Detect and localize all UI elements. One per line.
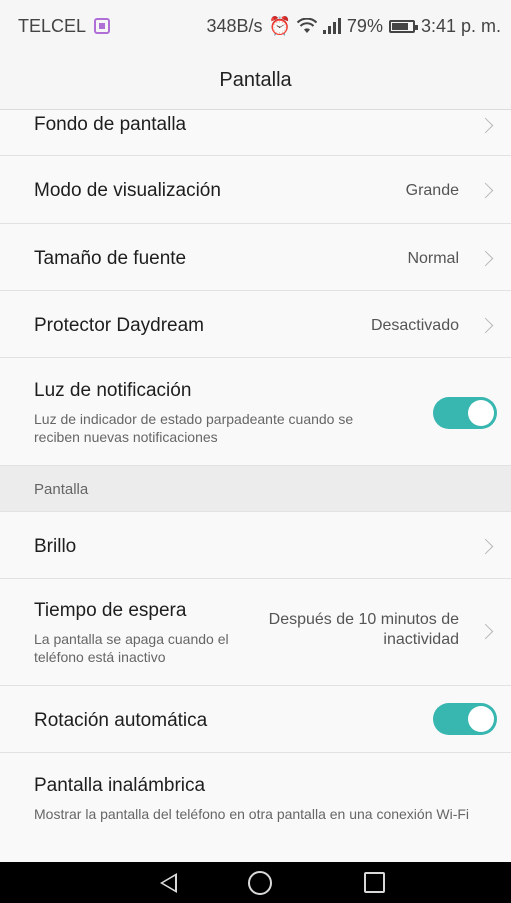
setting-title: Pantalla inalámbrica [34,775,206,796]
setting-value: Grande [405,182,459,199]
auto-rotate-toggle[interactable] [433,703,497,735]
settings-list[interactable]: Fondo de pantalla Modo de visualización … [0,110,511,862]
setting-notification-light[interactable]: Luz de notificación Luz de indicador de … [0,358,511,466]
battery-icon [388,19,418,33]
section-header: Pantalla [0,466,511,512]
page-title-bar: Pantalla [0,52,511,110]
setting-sleep[interactable]: Tiempo de espera La pantalla se apaga cu… [0,579,511,686]
nav-back-icon[interactable] [160,873,177,893]
notification-light-toggle[interactable] [433,397,497,429]
carrier-name: TELCEL [18,15,87,36]
nav-recents-icon[interactable] [364,872,385,893]
toggle-knob [468,400,494,426]
setting-description: La pantalla se apaga cuando el teléfono … [34,631,229,665]
setting-title: Luz de notificación [34,380,192,401]
setting-value: Después de 10 minutos de inactividad [268,611,459,648]
chevron-right-icon [477,117,494,134]
setting-title: Tamaño de fuente [34,248,187,269]
chevron-right-icon [477,250,494,267]
clock: 3:41 p. m. [420,15,501,36]
setting-title: Brillo [34,536,77,557]
navigation-bar [0,862,511,903]
page-title: Pantalla [219,69,292,91]
battery-percentage: 79% [346,15,383,36]
wifi-icon [296,18,317,34]
setting-font-size[interactable]: Tamaño de fuente Normal [0,224,511,291]
setting-description: Mostrar la pantalla del teléfono en otra… [34,806,470,822]
setting-wallpaper[interactable]: Fondo de pantalla [0,110,511,156]
alarm-icon: ⏰ [268,15,291,36]
setting-value: Normal [407,250,459,267]
net-speed: 348B/s [206,15,263,36]
setting-daydream[interactable]: Protector Daydream Desactivado [0,291,511,358]
setting-wireless-display[interactable]: Pantalla inalámbrica Mostrar la pantalla… [0,753,511,862]
chevron-right-icon [477,317,494,334]
setting-brightness[interactable]: Brillo [0,512,511,579]
toggle-knob [468,706,494,732]
setting-title: Modo de visualización [34,180,221,201]
chevron-right-icon [477,538,494,555]
section-header-label: Pantalla [34,481,89,498]
setting-description: Luz de indicador de estado parpadeante c… [34,411,354,445]
setting-title: Fondo de pantalla [34,114,187,135]
nav-home-icon[interactable] [248,871,272,895]
setting-title: Tiempo de espera [34,600,187,621]
setting-value: Desactivado [370,317,459,334]
setting-title: Protector Daydream [34,315,205,336]
setting-display-mode[interactable]: Modo de visualización Grande [0,156,511,224]
gallery-notification-icon [94,18,111,34]
setting-auto-rotate[interactable]: Rotación automática [0,686,511,753]
chevron-right-icon [477,623,494,640]
status-bar: TELCEL 348B/s ⏰ 79% 3:41 p. m. [0,0,511,52]
signal-icon [322,18,341,34]
setting-title: Rotación automática [34,710,208,731]
chevron-right-icon [477,182,494,199]
